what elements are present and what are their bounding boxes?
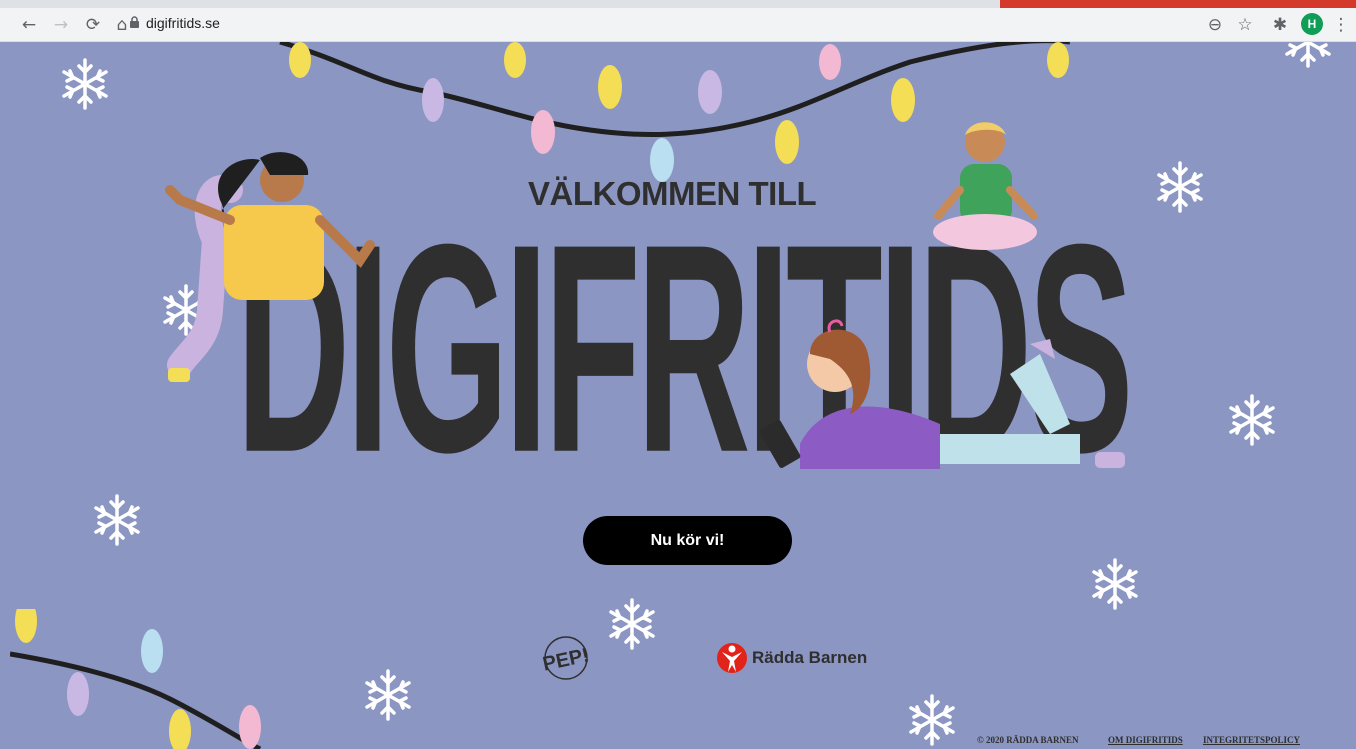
dancing-girl-illustration xyxy=(165,152,375,382)
snowflake-icon xyxy=(62,58,108,110)
page-canvas: VÄLKOMMEN TILL DIGIFRITIDS Nu kör vi! PE… xyxy=(10,42,1356,749)
reload-icon[interactable]: ⟳ xyxy=(82,14,104,36)
zoom-icon[interactable]: ⊖ xyxy=(1204,14,1226,36)
meditating-boy-illustration xyxy=(933,122,1038,250)
profile-avatar[interactable]: H xyxy=(1301,13,1323,35)
forward-arrow-icon[interactable]: → xyxy=(50,14,72,36)
snowflake-icon xyxy=(909,694,955,746)
snowflake-icon xyxy=(94,494,140,546)
snowflake-icon xyxy=(1285,42,1331,68)
copyright-text: © 2020 RÄDDA BARNEN xyxy=(977,735,1079,745)
start-button[interactable]: Nu kör vi! xyxy=(583,516,792,565)
star-icon[interactable]: ☆ xyxy=(1234,14,1256,36)
back-arrow-icon[interactable]: ← xyxy=(18,14,40,36)
lock-icon xyxy=(130,16,139,28)
menu-dots-icon[interactable]: ⋮ xyxy=(1330,14,1352,36)
address-bar[interactable]: digifritids.se xyxy=(146,15,220,31)
snowflake-icon xyxy=(1157,161,1203,213)
radda-barnen-logo-icon[interactable] xyxy=(717,640,747,676)
about-link[interactable]: OM DIGIFRITIDS xyxy=(1108,735,1183,745)
pep-logo[interactable]: PEP! xyxy=(538,634,596,686)
snowflake-icon xyxy=(1229,394,1275,446)
privacy-link[interactable]: INTEGRITETSPOLICY xyxy=(1203,735,1300,745)
radda-barnen-logo-text[interactable]: Rädda Barnen xyxy=(752,648,867,668)
girl-with-tablet-illustration xyxy=(759,319,1125,469)
browser-toolbar: ← → ⟳ ⌂ digifritids.se ⊖ ☆ ✱ H ⋮ xyxy=(0,0,1356,42)
extensions-icon[interactable]: ✱ xyxy=(1269,14,1291,36)
snowflake-icon xyxy=(365,669,411,721)
snowflake-icon xyxy=(609,598,655,650)
snowflake-icon xyxy=(1092,558,1138,610)
pep-logo-text: PEP! xyxy=(541,644,591,675)
active-tab-accent xyxy=(1000,0,1356,8)
